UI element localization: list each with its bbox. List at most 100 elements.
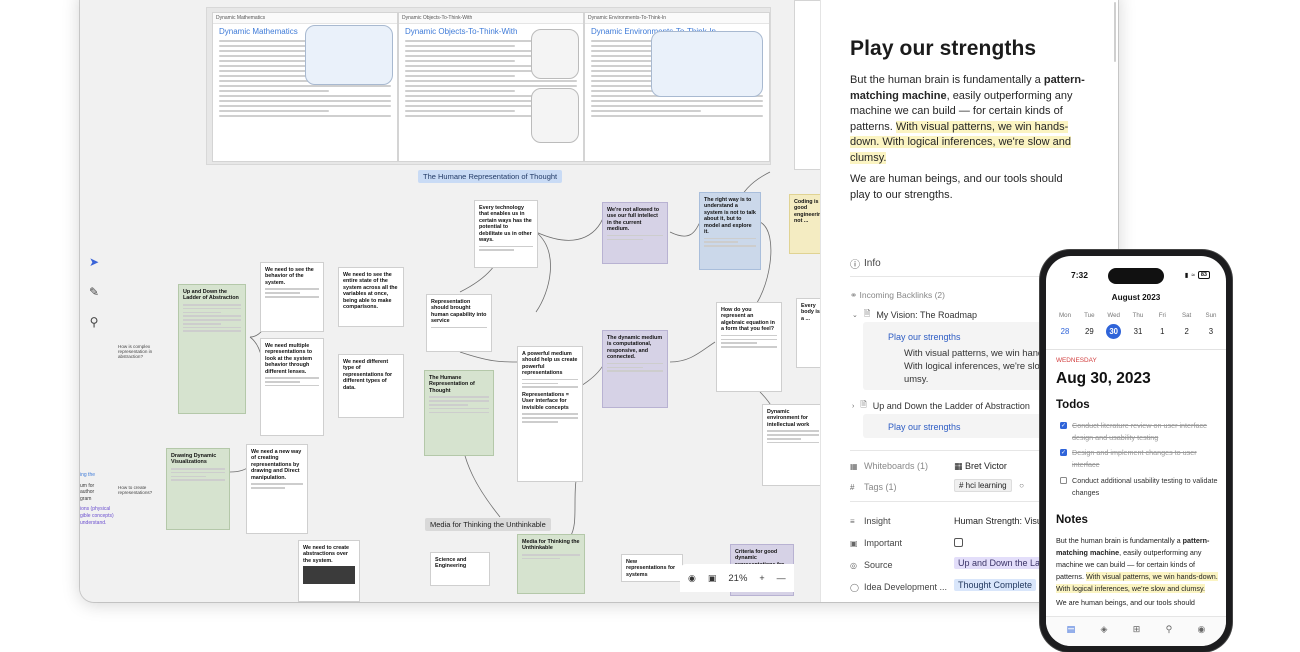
card-title: Representation should brought human capa…	[431, 299, 487, 325]
doc-dynamic-mathematics[interactable]: Dynamic Mathematics Dynamic Mathematics	[212, 12, 398, 162]
checkbox-checked-icon[interactable]: ✓	[1060, 449, 1067, 456]
search-icon[interactable]: ⚲	[1166, 624, 1173, 635]
pen-icon[interactable]: ✎	[86, 284, 102, 300]
card-title: Every technology that enables us in cert…	[479, 205, 532, 244]
note-title: Play our strengths	[850, 37, 1037, 60]
card-not-allowed[interactable]: We're not allowed to use our full intell…	[602, 202, 668, 264]
card-media-thinking[interactable]: Media for Thinking the Unthinkable	[517, 534, 585, 594]
calendar-icon[interactable]: ▤	[1067, 624, 1076, 635]
checkbox-icon[interactable]	[1060, 477, 1067, 484]
property-key: Tags (1)	[864, 482, 897, 492]
status-icon: ◯	[850, 582, 859, 592]
checkbox-checked-icon[interactable]: ✓	[1060, 422, 1067, 429]
card-entire-state[interactable]: We need to see the entire state of the s…	[338, 267, 404, 327]
status-time: 7:32	[1071, 270, 1089, 280]
property-value[interactable]: Human Strength: Visua	[954, 516, 1047, 526]
card-humane-representation[interactable]: The Humane Representation of Thought	[424, 370, 494, 456]
doc-header: Dynamic Mathematics	[213, 13, 397, 24]
add-icon[interactable]: ⊞	[1133, 624, 1141, 635]
property-whiteboards[interactable]: ▦ Whiteboards (1)	[850, 461, 928, 471]
day-cell[interactable]: Sat 2	[1176, 312, 1198, 339]
property-tags[interactable]: # Tags (1)	[850, 482, 897, 492]
property-value[interactable]: Thought Complete	[954, 579, 1037, 591]
card-new-representations[interactable]: New representations for systems	[621, 554, 683, 582]
status-chip[interactable]: Thought Complete	[954, 579, 1037, 591]
card-representation-brought[interactable]: Representation should brought human capa…	[426, 294, 492, 352]
group-label-media[interactable]: Media for Thinking the Unthinkable	[425, 518, 551, 531]
pointer-icon[interactable]: ➤	[86, 254, 102, 270]
zoom-level[interactable]: 21%	[728, 573, 747, 584]
backlink-item[interactable]: › 🗎 Up and Down the Ladder of Abstractio…	[852, 399, 1030, 413]
day-cell[interactable]: Thu 31	[1127, 312, 1149, 339]
day-name: Thu	[1132, 312, 1144, 319]
add-tag-icon[interactable]: ○	[1019, 481, 1024, 490]
minus-icon[interactable]: —	[777, 573, 786, 583]
plus-icon[interactable]: +	[759, 573, 764, 583]
tab-bar: ▤ ◈ ⊞ ⚲ ◉	[1046, 616, 1226, 646]
day-cell[interactable]: Tue 29	[1078, 312, 1100, 339]
backlink-title[interactable]: My Vision: The Roadmap	[876, 310, 977, 320]
backlink-title[interactable]: Up and Down the Ladder of Abstraction	[873, 401, 1030, 411]
card-algebraic-equation[interactable]: How do you represent an algebraic equati…	[716, 302, 782, 392]
card-title: We need a new way of creating representa…	[251, 449, 302, 481]
chevron-right-icon[interactable]: ›	[852, 403, 854, 410]
property-important[interactable]: ▣ Important	[850, 538, 902, 548]
day-cell[interactable]: Sun 3	[1200, 312, 1222, 339]
card-powerful-medium[interactable]: A powerful medium should help us create …	[517, 346, 583, 482]
card-every-technology[interactable]: Every technology that enables us in cert…	[474, 200, 538, 268]
layout-icon[interactable]: ▣	[708, 573, 717, 584]
source-chip[interactable]: Up and Down the Lad	[954, 557, 1050, 569]
property-insight[interactable]: ≡ Insight	[850, 516, 891, 526]
group-label-humane[interactable]: The Humane Representation of Thought	[418, 170, 563, 183]
doc-dynamic-environments[interactable]: Dynamic Environments-To-Think-In Dynamic…	[584, 12, 770, 162]
property-idea-development[interactable]: ◯ Idea Development ...	[850, 582, 947, 592]
scrollbar[interactable]	[1114, 2, 1116, 62]
day-cell[interactable]: Mon 28	[1054, 312, 1076, 339]
info-section-header[interactable]: ⓘ Info	[850, 256, 881, 271]
card-title: The Humane Representation of Thought	[429, 375, 475, 394]
text-icon: ≡	[850, 516, 855, 526]
card-different-type[interactable]: We need different type of representation…	[338, 354, 404, 418]
backlink-link[interactable]: Play our strengths	[888, 332, 961, 342]
search-icon[interactable]: ⚲	[86, 314, 102, 330]
card-science-engineering[interactable]: Science and Engineering	[430, 552, 490, 586]
chevron-down-icon[interactable]: ⌄	[852, 311, 858, 319]
todo-item[interactable]: Conduct additional usability testing to …	[1060, 475, 1220, 498]
property-value[interactable]: ▦ Bret Victor	[954, 461, 1007, 472]
property-value[interactable]: # hci learning ○	[954, 479, 1024, 492]
card-title: We're not allowed to use our full intell…	[607, 207, 660, 233]
source-icon: ◎	[850, 560, 857, 570]
backlink-item[interactable]: ⌄ 🗎 My Vision: The Roadmap	[852, 308, 977, 322]
card-dynamic-medium[interactable]: The dynamic medium is computational, res…	[602, 330, 668, 408]
checkbox-icon: ▣	[850, 538, 858, 548]
day-cell-selected[interactable]: Wed 30	[1103, 312, 1125, 339]
todo-item[interactable]: ✓ Design and implement changes to user i…	[1060, 447, 1220, 470]
property-source[interactable]: ◎ Source	[850, 560, 893, 570]
sketch-environment-illustration	[651, 31, 763, 97]
doc-dynamic-objects[interactable]: Dynamic Objects-To-Think-With Dynamic Ob…	[398, 12, 584, 162]
card-see-behavior[interactable]: We need to see the behavior of the syste…	[260, 262, 324, 332]
todo-text: Design and implement changes to user int…	[1072, 448, 1197, 469]
property-value[interactable]: Up and Down the Lad	[954, 557, 1050, 569]
doc-fragment-right[interactable]	[794, 0, 820, 170]
card-create-abstractions[interactable]: We need to create abstractions over the …	[298, 540, 360, 602]
day-cell[interactable]: Fri 1	[1151, 312, 1173, 339]
backlink-link[interactable]: Play our strengths	[888, 422, 961, 432]
card-new-way[interactable]: We need a new way of creating representa…	[246, 444, 308, 534]
backlinks-header[interactable]: ⚭ Incoming Backlinks (2)	[850, 290, 945, 301]
todo-item[interactable]: ✓ Conduct literature review on user inte…	[1060, 420, 1220, 443]
card-coding[interactable]: Coding is good engineering, not ...	[789, 194, 820, 254]
eye-icon[interactable]: ◉	[688, 573, 696, 584]
profile-icon[interactable]: ◉	[1197, 624, 1205, 635]
important-checkbox[interactable]	[954, 538, 963, 549]
card-every-body[interactable]: Every body is a ...	[796, 298, 820, 368]
calendar-month[interactable]: August 2023	[1046, 293, 1226, 302]
layers-icon[interactable]: ◈	[1100, 624, 1107, 635]
card-multiple-representations[interactable]: We need multiple representations to look…	[260, 338, 324, 436]
card-right-way[interactable]: The right way is to understand a system …	[699, 192, 761, 270]
quote-line: With logical inferences, we're slow	[904, 360, 1047, 371]
tag-chip[interactable]: # hci learning	[954, 479, 1012, 492]
whiteboard-canvas[interactable]: ➤ ✎ ⚲ ing the um for author gram ions (p…	[80, 0, 820, 602]
card-dynamic-environment[interactable]: Dynamic environment for intellectual wor…	[762, 404, 820, 486]
card-ladder-abstraction[interactable]: Up and Down the Ladder of Abstraction	[178, 284, 246, 414]
